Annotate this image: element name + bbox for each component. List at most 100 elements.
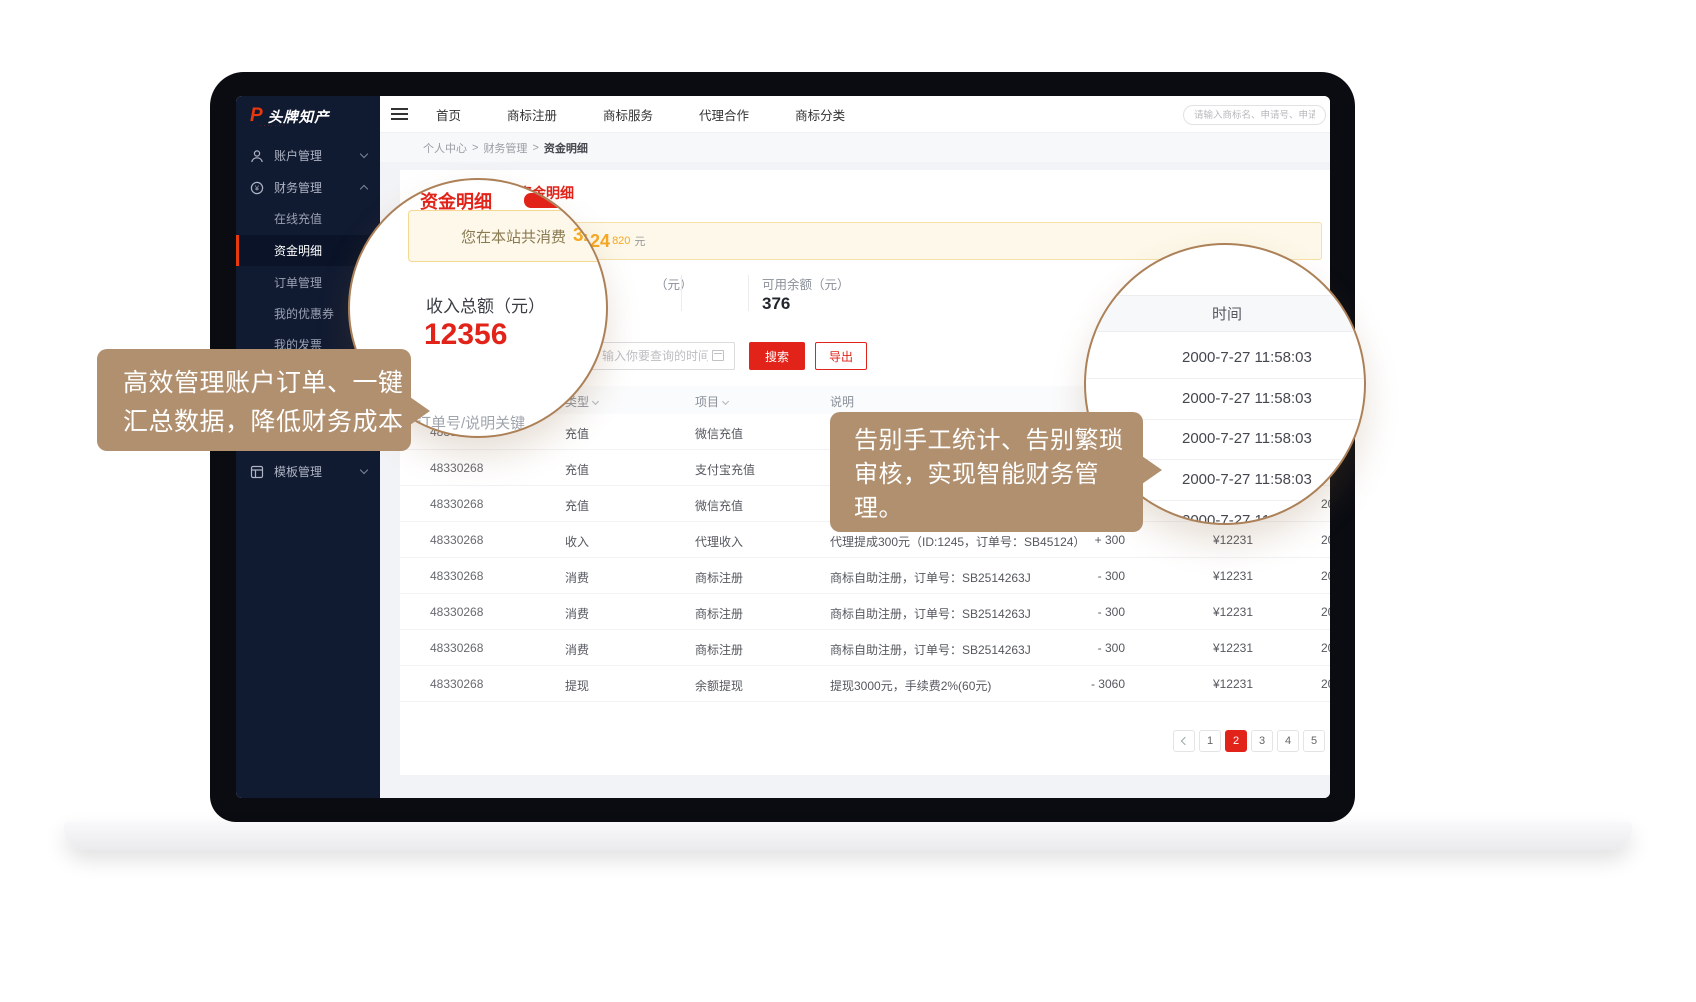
cell-order: 48330268: [430, 497, 483, 511]
cell-time: 2000-7-27 11:58:03: [1321, 641, 1330, 655]
sidebar-item-label: 模板管理: [274, 463, 322, 480]
table-row: 48330268 消费 商标注册 商标自助注册，订单号：SB2514263J -…: [400, 558, 1330, 594]
callout-arrow: [1142, 456, 1176, 484]
breadcrumb: 个人中心 > 财务管理 > 资金明细: [380, 133, 1330, 162]
cell-order: 48330268: [430, 677, 483, 691]
nav-trademark-service[interactable]: 商标服务: [603, 105, 653, 124]
nav-agency[interactable]: 代理合作: [699, 105, 749, 124]
search-button[interactable]: 搜索: [749, 342, 805, 370]
cell-project: 微信充值: [695, 425, 743, 442]
breadcrumb-separator: >: [532, 142, 538, 154]
cell-desc: 提现3000元，手续费2%(60元): [830, 677, 991, 694]
table-row: 48330268 消费 商标注册 商标自助注册，订单号：SB2514263J -…: [400, 594, 1330, 630]
page-button-active[interactable]: 2: [1225, 730, 1247, 752]
finance-icon: ¥: [250, 181, 264, 195]
magnified-time-value: 2000-7-27 11:58:03: [1182, 471, 1362, 488]
breadcrumb-separator: >: [472, 142, 478, 154]
cell-project: 商标注册: [695, 605, 743, 622]
cell-balance: ¥12231: [1170, 677, 1253, 691]
cell-type: 充值: [565, 497, 589, 514]
banner-amount-fraction: 820: [612, 235, 630, 247]
callout-right: 告别手工统计、告别繁琐 审核，实现智能财务管 理。: [830, 412, 1143, 532]
magnified-income-label: 收入总额（元）: [426, 292, 545, 317]
cell-order: 48330268: [430, 533, 483, 547]
page-button[interactable]: 4: [1277, 730, 1299, 752]
cell-project: 微信充值: [695, 497, 743, 514]
magnified-time-value: 2000-7-27 11:58:03: [1182, 349, 1362, 366]
sidebar-item-label: 账户管理: [274, 147, 322, 164]
table-row: 48330268 提现 余额提现 提现3000元，手续费2%(60元) - 30…: [400, 666, 1330, 702]
chevron-left-icon: [1181, 737, 1189, 745]
magnified-tab-pill: [524, 193, 568, 208]
menu-hamburger-icon[interactable]: [391, 108, 408, 121]
cell-desc: 代理提成300元（ID:1245，订单号：SB45124）: [830, 533, 1085, 550]
calendar-icon[interactable]: [712, 350, 724, 361]
cell-balance: ¥12231: [1170, 569, 1253, 583]
template-icon: [250, 465, 264, 479]
stat-divider: [681, 275, 682, 311]
cell-desc: 商标自助注册，订单号：SB2514263J: [830, 641, 1031, 658]
cell-balance: ¥12231: [1170, 533, 1253, 547]
chevron-up-icon: [360, 185, 368, 193]
breadcrumb-item[interactable]: 个人中心: [423, 140, 467, 156]
col-project-header[interactable]: 项目: [695, 393, 728, 410]
cell-time: 2000-7-27 11:58:03: [1321, 569, 1330, 583]
cell-time: 2000-7-27 11:58:03: [1321, 677, 1330, 691]
cell-project: 商标注册: [695, 569, 743, 586]
magnified-income-value: 12356: [424, 318, 507, 352]
breadcrumb-item[interactable]: 财务管理: [483, 140, 527, 156]
svg-text:¥: ¥: [255, 183, 260, 192]
cell-type: 消费: [565, 569, 589, 586]
cell-type: 充值: [565, 461, 589, 478]
cell-desc: 商标自助注册，订单号：SB2514263J: [830, 605, 1031, 622]
balance-label: 可用余额（元）: [762, 274, 850, 293]
nav-home[interactable]: 首页: [436, 105, 461, 124]
user-icon: [250, 149, 264, 163]
cell-amount: + 300: [1050, 533, 1125, 547]
cell-amount: - 300: [1050, 569, 1125, 583]
breadcrumb-current: 资金明细: [544, 140, 588, 156]
callout-left: 高效管理账户订单、一键 汇总数据，降低财务成本: [97, 349, 411, 451]
cell-type: 消费: [565, 605, 589, 622]
prev-page-button[interactable]: [1173, 730, 1195, 752]
nav-trademark-register[interactable]: 商标注册: [507, 105, 557, 124]
cell-type: 提现: [565, 677, 589, 694]
cell-amount: - 300: [1050, 641, 1125, 655]
sidebar-item-recharge[interactable]: 在线充值: [236, 203, 380, 234]
page-button[interactable]: 1: [1199, 730, 1221, 752]
col-desc-header: 说明: [830, 393, 854, 410]
export-button[interactable]: 导出: [815, 342, 867, 370]
cell-time: 2000-7-27 11:58:03: [1321, 605, 1330, 619]
page-button[interactable]: 5: [1303, 730, 1325, 752]
magnified-time-value: 2000-7-27 11:58:03: [1182, 430, 1362, 447]
sort-icon: [592, 398, 599, 405]
cell-project: 余额提现: [695, 677, 743, 694]
magnified-banner: 您在本站共消费 32124: [408, 210, 608, 262]
sidebar-item-account[interactable]: 账户管理: [236, 140, 380, 171]
cell-amount: - 3060: [1050, 677, 1125, 691]
magnified-time-header: 时间: [1086, 295, 1366, 332]
sidebar-item-templates[interactable]: 模板管理: [236, 456, 380, 487]
nav-trademark-category[interactable]: 商标分类: [795, 105, 845, 124]
cell-desc: 商标自助注册，订单号：SB2514263J: [830, 569, 1031, 586]
cell-time: 2000-7-27 11:58:03: [1321, 533, 1330, 547]
cell-order: 48330268: [430, 641, 483, 655]
sidebar-item-finance[interactable]: ¥ 财务管理: [236, 172, 380, 203]
global-search-input[interactable]: [1183, 105, 1326, 125]
cell-project: 支付宝充值: [695, 461, 755, 478]
cell-order: 48330268: [430, 605, 483, 619]
chevron-down-icon: [360, 466, 368, 474]
callout-arrow: [410, 397, 444, 425]
cell-type: 消费: [565, 641, 589, 658]
pagination: 1 2 3 4 5: [1173, 730, 1325, 752]
magnified-time-value: 2000-7-27 11:58:03: [1182, 390, 1362, 407]
chevron-down-icon: [360, 150, 368, 158]
table-row: 48330268 消费 商标注册 商标自助注册，订单号：SB2514263J -…: [400, 630, 1330, 666]
cell-order: 48330268: [430, 461, 483, 475]
laptop-base: [64, 822, 1632, 850]
main-nav: 首页 商标注册 商标服务 代理合作 商标分类: [436, 96, 845, 133]
stat-divider: [748, 275, 749, 311]
page-button[interactable]: 3: [1251, 730, 1273, 752]
stat-middle-label: （元）: [655, 274, 693, 293]
cell-project: 代理收入: [695, 533, 743, 550]
